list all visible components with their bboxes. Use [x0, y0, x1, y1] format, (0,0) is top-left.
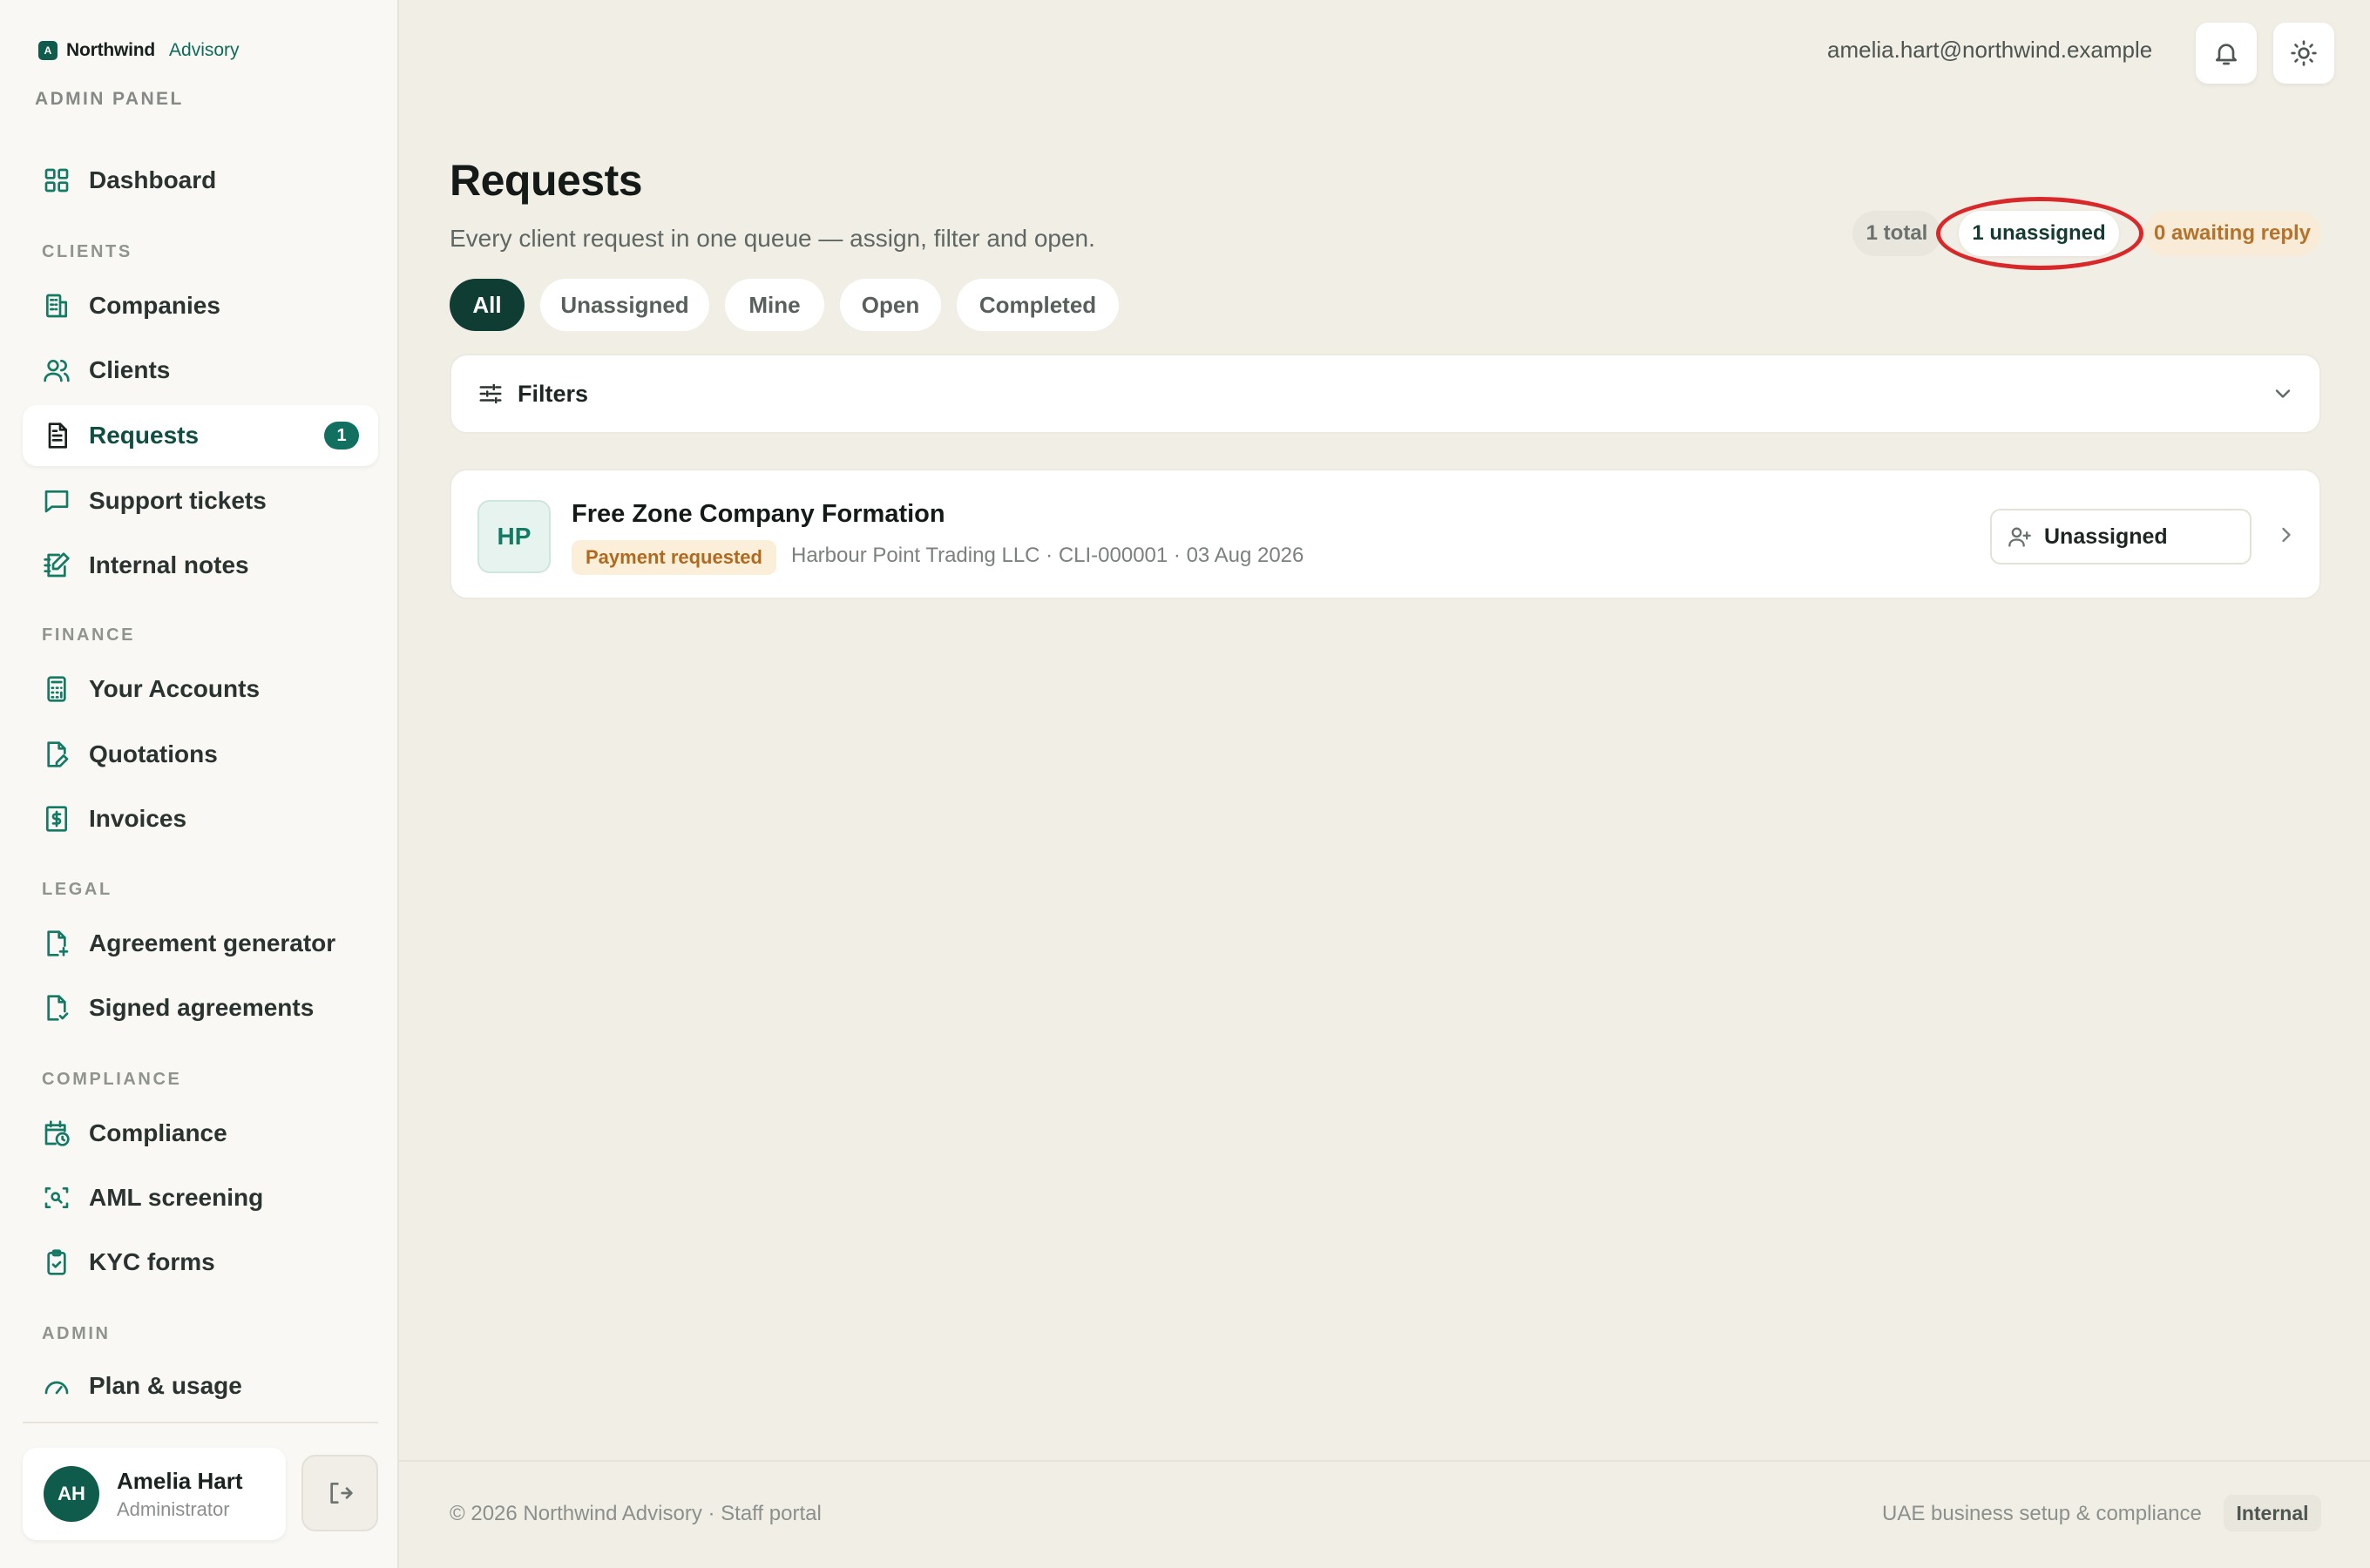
company-avatar: HP	[477, 500, 551, 573]
scan-search-icon	[42, 1183, 71, 1213]
sidebar-item-quotations[interactable]: Quotations	[23, 724, 378, 785]
gauge-icon	[42, 1371, 71, 1401]
chevron-down-icon	[2271, 382, 2295, 410]
section-label-compliance: COMPLIANCE	[42, 1070, 182, 1089]
footer-tagline: UAE business setup & compliance	[1882, 1502, 2202, 1525]
sidebar-item-label: Your Accounts	[89, 675, 261, 702]
building-icon	[42, 291, 71, 321]
request-meta: Harbour Point Trading LLC · CLI-000001 ·…	[791, 544, 1304, 567]
sidebar-item-companies[interactable]: Companies	[23, 275, 378, 336]
sidebar-item-aml-screening[interactable]: AML screening	[23, 1167, 378, 1228]
tab-mine[interactable]: Mine	[725, 279, 824, 331]
page-title: Requests	[450, 156, 643, 205]
user-email: amelia.hart@northwind.example	[1827, 37, 2153, 63]
sidebar-item-label: Agreement generator	[89, 929, 336, 956]
assign-button[interactable]: Unassigned	[1990, 509, 2252, 564]
sidebar-item-agreement-generator[interactable]: Agreement generator	[23, 913, 378, 974]
sun-icon	[2291, 40, 2317, 66]
chevron-right-icon[interactable]	[2274, 523, 2299, 551]
user-profile-card[interactable]: AH Amelia Hart Administrator	[23, 1448, 286, 1540]
brand-name: Northwind	[66, 40, 156, 60]
sidebar-item-invoices[interactable]: Invoices	[23, 788, 378, 849]
file-plus-icon	[42, 929, 71, 958]
sidebar-item-label: Clients	[89, 356, 171, 383]
brand-logo[interactable]: A Northwind Advisory	[38, 40, 240, 61]
tab-open[interactable]: Open	[840, 279, 941, 331]
request-title[interactable]: Free Zone Company Formation	[572, 500, 945, 529]
filters-label: Filters	[518, 380, 589, 407]
internal-badge: Internal	[2224, 1495, 2321, 1531]
stat-awaiting-reply-badge: 0 awaiting reply	[2143, 211, 2321, 256]
sidebar-divider	[23, 1422, 378, 1423]
sidebar-item-label: Requests	[89, 422, 200, 449]
sidebar-item-dashboard[interactable]: Dashboard	[23, 150, 378, 211]
document-icon	[42, 421, 71, 450]
sidebar-item-label: Invoices	[89, 805, 187, 832]
grid-icon	[42, 166, 71, 195]
sidebar: A Northwind Advisory ADMIN PANEL Dashboa…	[0, 0, 399, 1568]
brand-mark-icon: A	[38, 41, 58, 60]
stat-unassigned-badge[interactable]: 1 unassigned	[1959, 211, 2119, 256]
logout-button[interactable]	[301, 1455, 378, 1531]
request-row[interactable]: HP Free Zone Company Formation Payment r…	[450, 469, 2321, 599]
section-label-clients: CLIENTS	[42, 242, 132, 261]
sliders-icon	[479, 383, 502, 404]
sidebar-item-label: Signed agreements	[89, 994, 315, 1021]
user-role: Administrator	[117, 1497, 230, 1520]
tab-all[interactable]: All	[450, 279, 525, 331]
sidebar-item-label: Compliance	[89, 1119, 227, 1146]
sidebar-item-support-tickets[interactable]: Support tickets	[23, 470, 378, 531]
admin-panel-label: ADMIN PANEL	[35, 89, 184, 109]
sidebar-item-label: AML screening	[89, 1184, 264, 1211]
file-pen-icon	[42, 740, 71, 769]
receipt-dollar-icon	[42, 804, 71, 834]
avatar: AH	[44, 1466, 99, 1522]
requests-count-badge: 1	[324, 422, 359, 449]
assignee-label: Unassigned	[2044, 524, 2168, 549]
sidebar-item-label: Companies	[89, 292, 220, 319]
users-icon	[42, 355, 71, 385]
sidebar-item-label: Quotations	[89, 740, 218, 767]
sidebar-item-kyc-forms[interactable]: KYC forms	[23, 1232, 378, 1293]
user-plus-icon	[2008, 527, 2031, 547]
theme-toggle-button[interactable]	[2273, 23, 2334, 84]
section-label-finance: FINANCE	[42, 625, 136, 645]
sidebar-item-clients[interactable]: Clients	[23, 340, 378, 401]
footer-divider	[399, 1460, 2370, 1462]
bell-icon	[2216, 44, 2237, 65]
file-check-icon	[42, 993, 71, 1023]
stat-total-badge: 1 total	[1852, 211, 1941, 256]
filters-toggle[interactable]: Filters	[450, 354, 2321, 434]
section-label-admin: ADMIN	[42, 1324, 111, 1343]
calendar-clock-icon	[42, 1119, 71, 1148]
user-name: Amelia Hart	[117, 1467, 243, 1494]
sidebar-item-internal-notes[interactable]: Internal notes	[23, 535, 378, 596]
sidebar-item-your-accounts[interactable]: Your Accounts	[23, 659, 378, 720]
status-badge: Payment requested	[572, 540, 776, 575]
sidebar-item-label: Support tickets	[89, 487, 267, 514]
sidebar-item-label: Dashboard	[89, 166, 217, 193]
sidebar-item-plan-usage[interactable]: Plan & usage	[23, 1355, 378, 1416]
sidebar-item-label: KYC forms	[89, 1248, 215, 1275]
sidebar-item-label: Plan & usage	[89, 1372, 242, 1399]
sidebar-item-requests[interactable]: Requests 1	[23, 405, 378, 466]
brand-sub: Advisory	[169, 40, 240, 60]
user-info: Amelia Hart Administrator	[117, 1468, 243, 1521]
tab-completed[interactable]: Completed	[957, 279, 1119, 331]
clipboard-check-icon	[42, 1247, 71, 1277]
footer-copyright: © 2026 Northwind Advisory · Staff portal	[450, 1502, 822, 1525]
sidebar-item-signed-agreements[interactable]: Signed agreements	[23, 977, 378, 1038]
chat-icon	[42, 486, 71, 516]
logout-icon	[330, 1483, 353, 1504]
notifications-button[interactable]	[2196, 23, 2257, 84]
tab-unassigned[interactable]: Unassigned	[540, 279, 709, 331]
section-label-legal: LEGAL	[42, 880, 112, 899]
page-subtitle: Every client request in one queue — assi…	[450, 225, 1095, 252]
sidebar-item-compliance[interactable]: Compliance	[23, 1103, 378, 1164]
calculator-icon	[42, 674, 71, 704]
note-edit-icon	[42, 551, 71, 580]
sidebar-item-label: Internal notes	[89, 551, 249, 578]
